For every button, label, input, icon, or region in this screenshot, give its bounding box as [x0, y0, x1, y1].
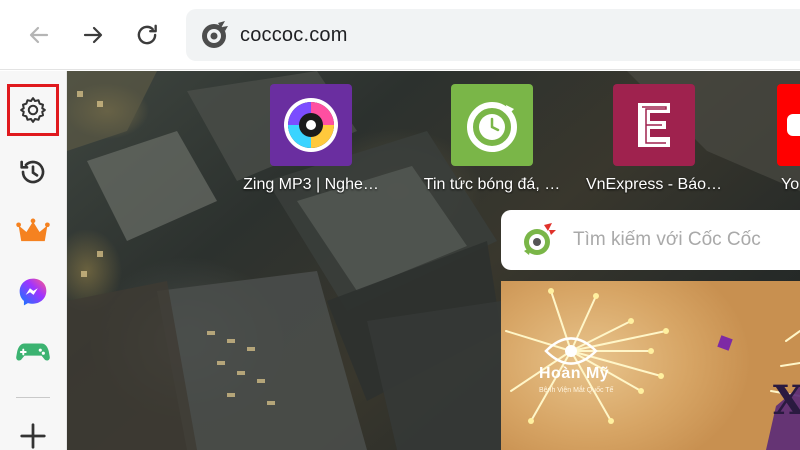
- vnexpress-icon: [638, 103, 670, 147]
- sidebar-item-add[interactable]: [7, 416, 59, 450]
- sidebar-item-games[interactable]: [7, 326, 59, 378]
- reload-icon: [137, 24, 157, 45]
- coccoc-search-logo-icon: [524, 223, 556, 255]
- zing-mp3-tile: [270, 84, 352, 166]
- back-button[interactable]: [19, 15, 59, 55]
- sidebar: [0, 71, 67, 450]
- sidebar-divider: [16, 397, 50, 398]
- browser-toolbar: coccoc.com: [0, 0, 800, 70]
- forward-button[interactable]: [73, 15, 113, 55]
- forward-arrow-icon: [83, 26, 103, 44]
- sidebar-item-settings[interactable]: [7, 84, 59, 136]
- zing-mp3-icon: [284, 98, 338, 152]
- shortcut-youtube[interactable]: Yo: [769, 84, 800, 194]
- sidebar-item-history[interactable]: [7, 146, 59, 198]
- football-news-icon: [467, 102, 517, 152]
- youtube-icon: [787, 114, 800, 136]
- plus-icon: [20, 423, 46, 449]
- history-icon: [20, 160, 45, 184]
- vnexpress-tile: [613, 84, 695, 166]
- shortcut-vnexpress[interactable]: VnExpress - Báo…: [574, 84, 734, 194]
- new-tab-page: Zing MP3 | Nghe… Tin tức bóng đá, … VnEx…: [67, 71, 800, 450]
- coccoc-logo-icon: [202, 21, 228, 48]
- gear-icon: [20, 97, 46, 123]
- address-bar[interactable]: coccoc.com: [186, 9, 800, 61]
- shortcut-football-news[interactable]: Tin tức bóng đá, …: [412, 84, 572, 194]
- shortcut-title: Tin tức bóng đá, …: [423, 176, 561, 193]
- reload-button[interactable]: [127, 15, 167, 55]
- shortcut-zing-mp3[interactable]: Zing MP3 | Nghe…: [231, 84, 391, 194]
- youtube-tile: [777, 84, 800, 166]
- sidebar-item-messenger[interactable]: [7, 266, 59, 318]
- ad-subtitle: Bệnh Viện Mắt Quốc Tế: [539, 387, 614, 394]
- ad-brand: Hoàn Mỹ: [539, 365, 610, 382]
- messenger-icon: [19, 278, 47, 306]
- football-news-tile: [451, 84, 533, 166]
- ad-letter: X: [773, 377, 800, 424]
- search-placeholder: Tìm kiếm với Cốc Cốc: [573, 229, 761, 250]
- shortcut-title: Yo: [781, 176, 800, 193]
- sidebar-item-rewards[interactable]: [7, 206, 59, 258]
- newtab-search-box[interactable]: Tìm kiếm với Cốc Cốc: [501, 210, 800, 270]
- gamepad-icon: [16, 343, 50, 361]
- shortcut-title: Zing MP3 | Nghe…: [243, 176, 379, 193]
- crown-icon: [16, 218, 50, 242]
- back-arrow-icon: [29, 26, 49, 44]
- url-text: coccoc.com: [240, 23, 348, 46]
- shortcut-title: VnExpress - Báo…: [585, 176, 723, 193]
- ad-banner[interactable]: Hoàn Mỹ Bệnh Viện Mắt Quốc Tế X: [501, 281, 800, 450]
